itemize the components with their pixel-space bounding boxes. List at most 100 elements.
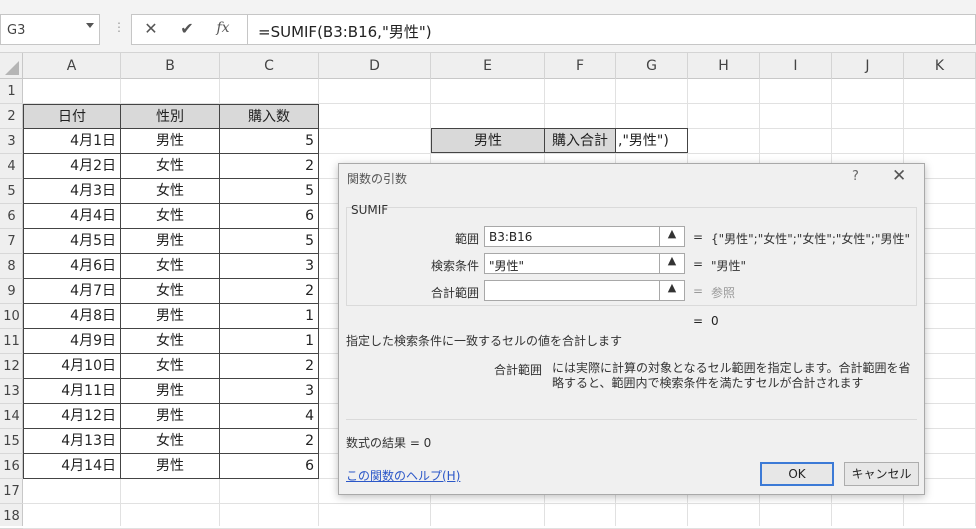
table-header[interactable]: 性別 — [121, 104, 220, 129]
table-cell[interactable]: 男性 — [121, 404, 220, 429]
table-cell[interactable]: 女性 — [121, 329, 220, 354]
function-help-link[interactable]: この関数のヘルプ(H) — [346, 467, 460, 484]
formula-input[interactable]: =SUMIF(B3:B16,"男性") — [248, 14, 976, 45]
table-cell[interactable]: 4月7日 — [23, 279, 121, 304]
help-icon[interactable]: ? — [852, 169, 859, 184]
table-cell[interactable]: 4月14日 — [23, 454, 121, 479]
table-cell[interactable]: 4月2日 — [23, 154, 121, 179]
row-header[interactable]: 13 — [0, 379, 23, 404]
chevron-down-icon[interactable] — [86, 23, 94, 28]
table-cell[interactable]: 2 — [220, 354, 319, 379]
column-header[interactable]: J — [832, 53, 904, 79]
dialog-title: 関数の引数 — [347, 172, 408, 186]
table-cell[interactable]: 5 — [220, 129, 319, 154]
arg-label-sum-range: 合計範囲 — [430, 286, 479, 300]
table-cell[interactable]: 3 — [220, 379, 319, 404]
collapse-dialog-icon[interactable]: ▲ — [659, 226, 685, 247]
row-header[interactable]: 3 — [0, 129, 23, 154]
row-header[interactable]: 4 — [0, 154, 23, 179]
cell-g3-active[interactable]: ,"男性") — [616, 128, 688, 153]
column-header[interactable]: F — [545, 53, 616, 79]
arg-input-criteria[interactable]: "男性" — [484, 253, 670, 274]
column-header[interactable]: G — [616, 53, 688, 79]
row-header[interactable]: 15 — [0, 429, 23, 454]
arg-input-range[interactable]: B3:B16 — [484, 226, 670, 247]
table-cell[interactable]: 1 — [220, 329, 319, 354]
table-cell[interactable]: 4月6日 — [23, 254, 121, 279]
column-header[interactable]: C — [220, 53, 319, 79]
table-cell[interactable]: 5 — [220, 179, 319, 204]
table-cell[interactable]: 男性 — [121, 379, 220, 404]
column-header[interactable]: I — [760, 53, 832, 79]
table-cell[interactable]: 女性 — [121, 429, 220, 454]
row-header[interactable]: 9 — [0, 279, 23, 304]
row-header[interactable]: 6 — [0, 204, 23, 229]
table-header[interactable]: 購入数 — [220, 104, 319, 129]
drag-handle-icon[interactable]: ⋮ — [113, 20, 125, 34]
row-header[interactable]: 1 — [0, 79, 23, 104]
table-cell[interactable]: 3 — [220, 254, 319, 279]
row-header[interactable]: 11 — [0, 329, 23, 354]
table-cell[interactable]: 4月10日 — [23, 354, 121, 379]
function-description: 指定した検索条件に一致するセルの値を合計します — [346, 334, 623, 348]
collapse-dialog-icon[interactable]: ▲ — [659, 253, 685, 274]
column-header[interactable]: B — [121, 53, 220, 79]
table-cell[interactable]: 女性 — [121, 354, 220, 379]
enter-check-icon[interactable]: ✔ — [174, 19, 200, 41]
table-header[interactable]: 日付 — [23, 104, 121, 129]
table-cell[interactable]: 2 — [220, 279, 319, 304]
table-cell[interactable]: 6 — [220, 204, 319, 229]
table-cell[interactable]: 4月3日 — [23, 179, 121, 204]
table-cell[interactable]: 4月11日 — [23, 379, 121, 404]
table-cell[interactable]: 女性 — [121, 179, 220, 204]
table-cell[interactable]: 4月5日 — [23, 229, 121, 254]
cell-e3[interactable]: 男性 — [431, 128, 545, 153]
row-header[interactable]: 14 — [0, 404, 23, 429]
cancel-icon[interactable]: ✕ — [138, 19, 164, 41]
row-header[interactable]: 2 — [0, 104, 23, 129]
row-header[interactable]: 17 — [0, 479, 23, 504]
table-cell[interactable]: 4月1日 — [23, 129, 121, 154]
table-cell[interactable]: 4月12日 — [23, 404, 121, 429]
table-cell[interactable]: 2 — [220, 429, 319, 454]
row-header[interactable]: 10 — [0, 304, 23, 329]
table-cell[interactable]: 男性 — [121, 304, 220, 329]
result-eq: = — [693, 314, 704, 328]
column-header[interactable]: K — [904, 53, 976, 79]
table-cell[interactable]: 4月4日 — [23, 204, 121, 229]
collapse-dialog-icon[interactable]: ▲ — [659, 280, 685, 301]
row-header[interactable]: 18 — [0, 504, 23, 529]
row-header[interactable]: 16 — [0, 454, 23, 479]
table-cell[interactable]: 4月9日 — [23, 329, 121, 354]
table-cell[interactable]: 男性 — [121, 454, 220, 479]
ok-button[interactable]: OK — [760, 462, 834, 486]
insert-function-icon[interactable]: fx — [210, 20, 236, 42]
arg-input-sum-range[interactable] — [484, 280, 670, 301]
table-cell[interactable]: 1 — [220, 304, 319, 329]
row-header[interactable]: 7 — [0, 229, 23, 254]
table-cell[interactable]: 4月13日 — [23, 429, 121, 454]
cell-f3[interactable]: 購入合計 — [545, 128, 616, 153]
column-header[interactable]: H — [688, 53, 760, 79]
row-header[interactable]: 8 — [0, 254, 23, 279]
close-icon[interactable]: ✕ — [892, 166, 906, 186]
table-cell[interactable]: 4月8日 — [23, 304, 121, 329]
table-cell[interactable]: 6 — [220, 454, 319, 479]
table-cell[interactable]: 男性 — [121, 129, 220, 154]
row-header[interactable]: 5 — [0, 179, 23, 204]
column-header[interactable]: A — [23, 53, 121, 79]
column-header[interactable]: E — [431, 53, 545, 79]
formula-buttons: ✕ ✔ fx — [131, 14, 248, 45]
table-cell[interactable]: 男性 — [121, 229, 220, 254]
column-header[interactable]: D — [319, 53, 431, 79]
table-cell[interactable]: 女性 — [121, 254, 220, 279]
cancel-button[interactable]: キャンセル — [844, 462, 919, 486]
table-cell[interactable]: 2 — [220, 154, 319, 179]
table-cell[interactable]: 4 — [220, 404, 319, 429]
table-cell[interactable]: 女性 — [121, 279, 220, 304]
table-cell[interactable]: 女性 — [121, 204, 220, 229]
name-box[interactable]: G3 — [0, 14, 100, 45]
table-cell[interactable]: 女性 — [121, 154, 220, 179]
row-header[interactable]: 12 — [0, 354, 23, 379]
table-cell[interactable]: 5 — [220, 229, 319, 254]
